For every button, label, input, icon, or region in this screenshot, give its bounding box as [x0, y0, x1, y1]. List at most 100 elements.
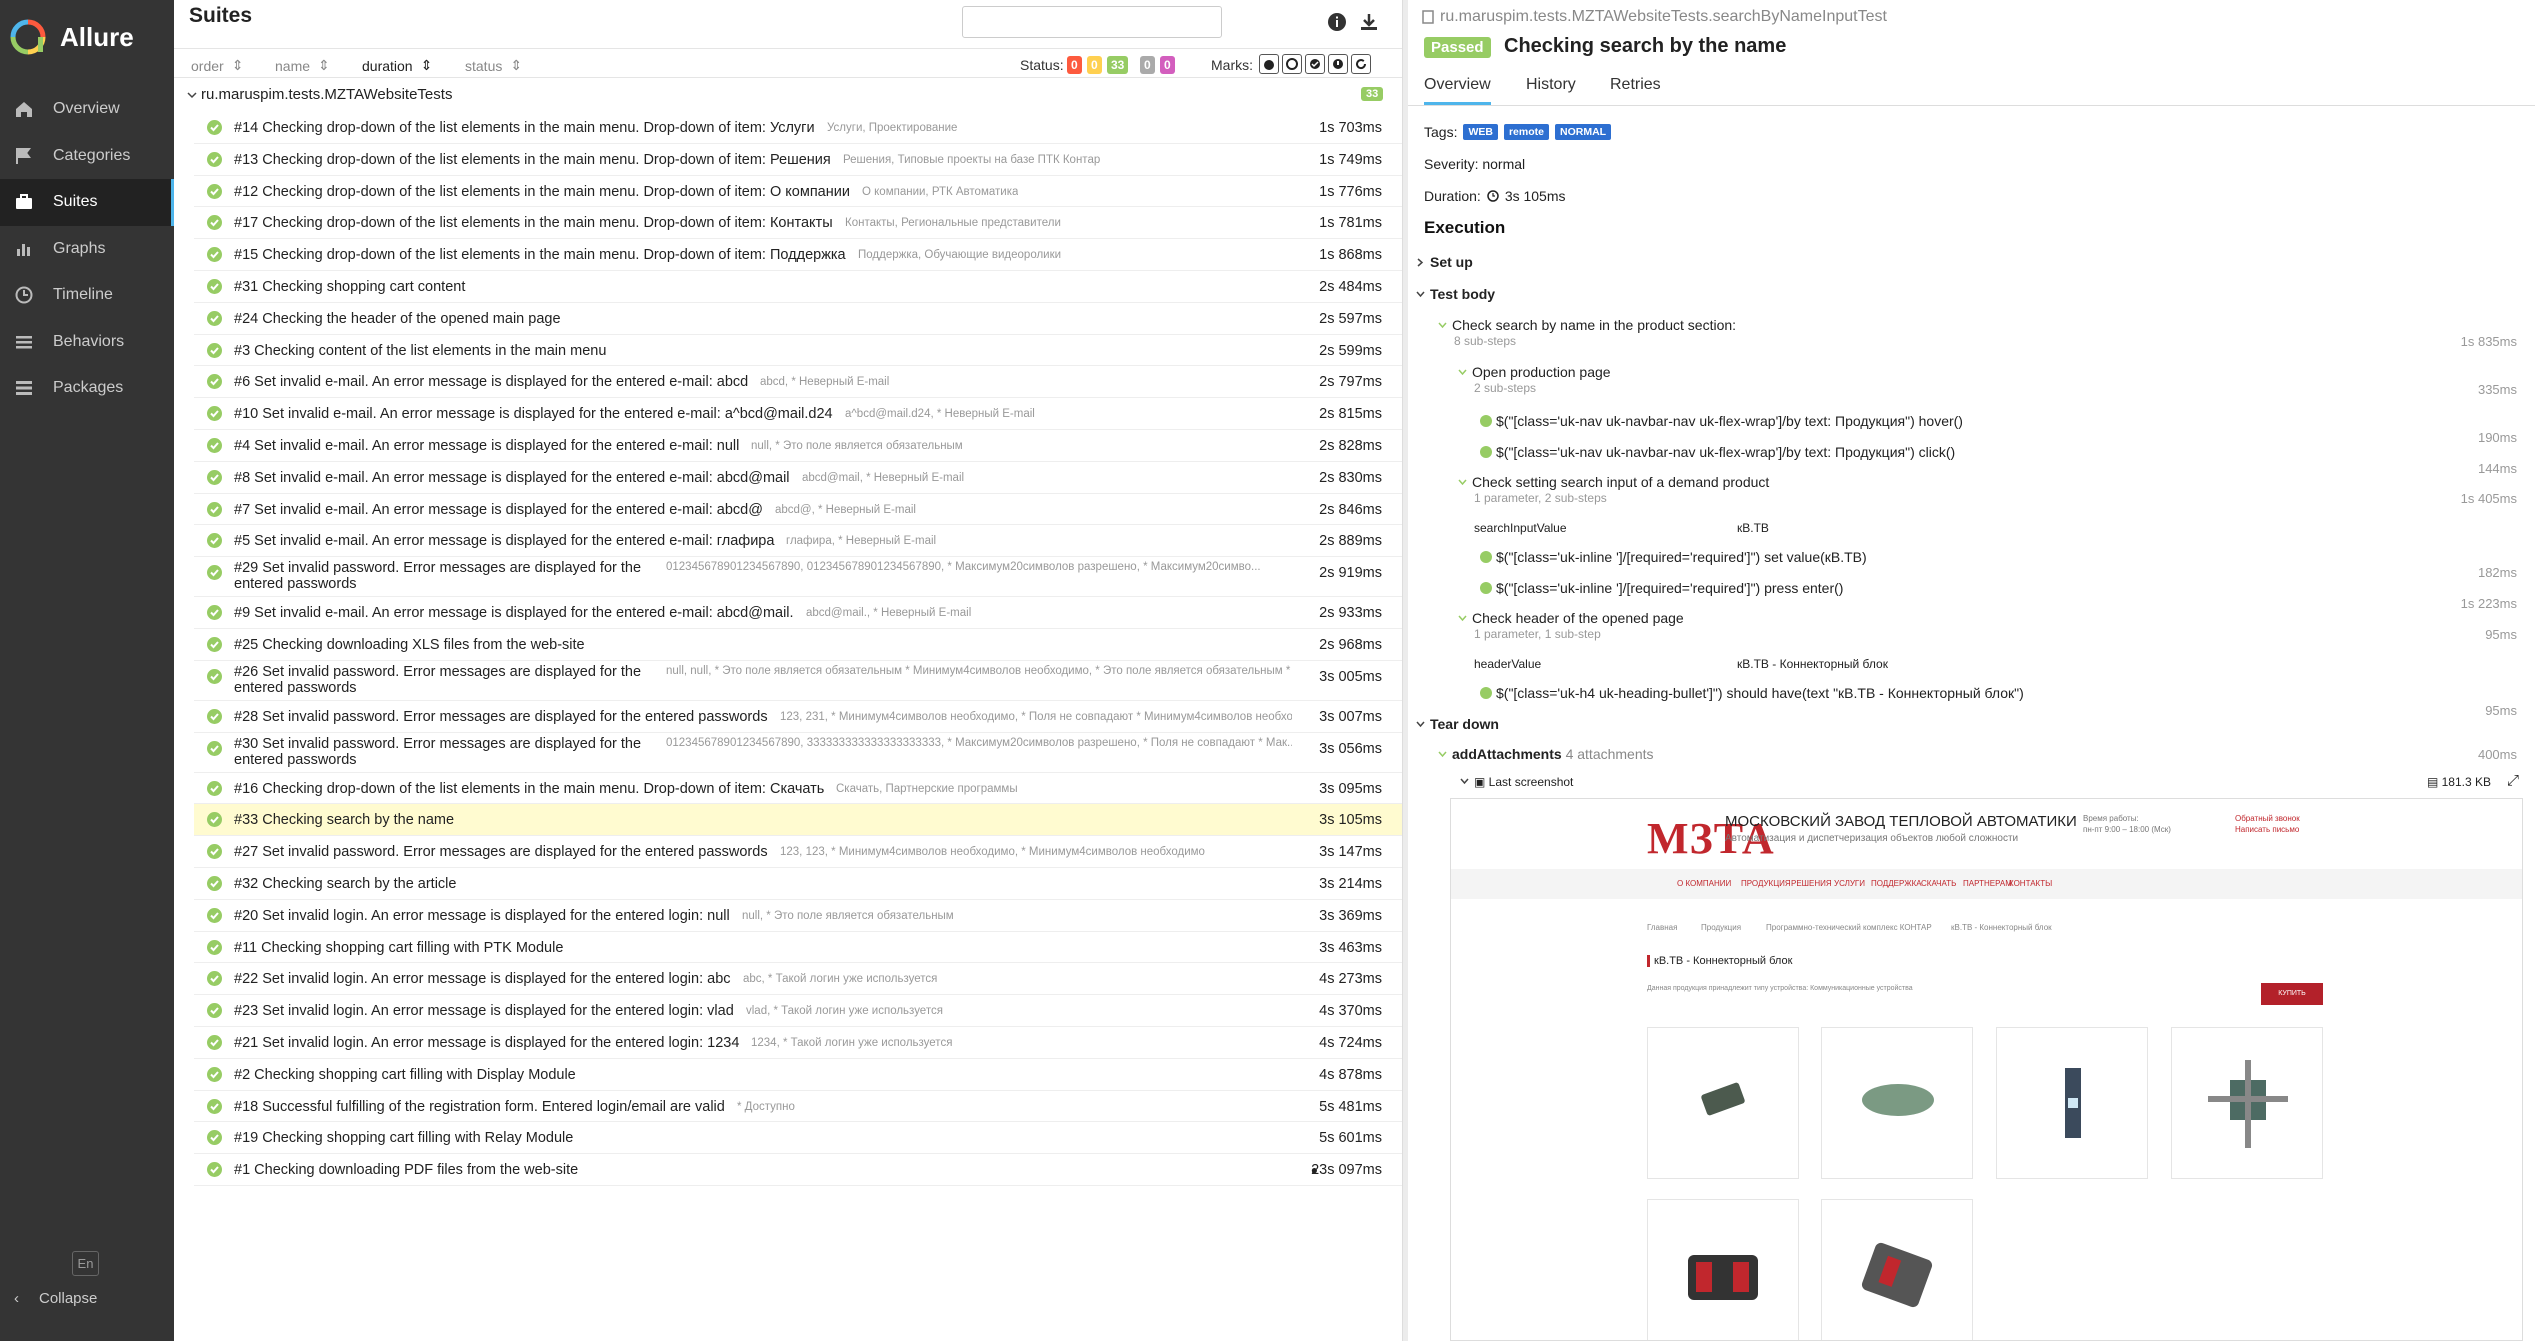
sidebar-item-packages[interactable]: Packages	[0, 365, 174, 412]
sidebar-item-behaviors[interactable]: Behaviors	[0, 319, 174, 366]
test-name: #6 Set invalid e-mail. An error message …	[234, 374, 748, 390]
test-title: Set invalid login. An error message is d…	[262, 1034, 740, 1051]
test-row[interactable]: #10 Set invalid e-mail. An error message…	[194, 398, 1402, 430]
test-number: #5	[234, 533, 251, 550]
step-open-production[interactable]: Open production page	[1458, 364, 1611, 380]
test-row[interactable]: #23 Set invalid login. An error message …	[194, 995, 1402, 1027]
step-check-search-input[interactable]: Check setting search input of a demand p…	[1458, 474, 1769, 490]
sidebar-item-categories[interactable]: Categories	[0, 133, 174, 180]
test-duration: 2s 919ms	[1319, 565, 1382, 582]
mark-new-failed-toggle[interactable]	[1282, 54, 1302, 74]
test-row[interactable]: #9 Set invalid e-mail. An error message …	[194, 597, 1402, 629]
test-row[interactable]: #3 Checking content of the list elements…	[194, 335, 1402, 367]
test-row[interactable]: #18 Successful fulfilling of the registr…	[194, 1091, 1402, 1123]
info-icon[interactable]	[1326, 11, 1348, 33]
sort-duration[interactable]: duration ⇕	[362, 57, 432, 74]
marks-filter-label: Marks:	[1211, 57, 1253, 73]
test-row[interactable]: #21 Set invalid login. An error message …	[194, 1027, 1402, 1059]
setup-step[interactable]: Set up	[1416, 254, 1473, 270]
step-hover[interactable]: $("[class='uk-nav uk-navbar-nav uk-flex-…	[1480, 413, 1963, 429]
test-row[interactable]: #27 Set invalid password. Error messages…	[194, 836, 1402, 868]
briefcase-icon	[16, 194, 32, 210]
sort-order[interactable]: order ⇕	[191, 57, 243, 74]
suite-group-row[interactable]: ru.maruspim.tests.MZTAWebsiteTests 33	[174, 82, 1402, 108]
test-row[interactable]: #5 Set invalid e-mail. An error message …	[194, 525, 1402, 558]
search-input[interactable]	[962, 6, 1222, 38]
test-row[interactable]: #20 Set invalid login. An error message …	[194, 900, 1402, 932]
test-number: #23	[234, 1003, 259, 1020]
tab-history[interactable]: History	[1526, 76, 1576, 94]
param-value: кВ.ТВ - Коннекторный блок	[1737, 657, 1888, 671]
step-press-enter[interactable]: $("[class='uk-inline ']/[required='requi…	[1480, 580, 1843, 596]
test-body-step[interactable]: Test body	[1416, 286, 1495, 302]
test-row[interactable]: #14 Checking drop-down of the list eleme…	[194, 112, 1402, 144]
step-check-header[interactable]: Check header of the opened page	[1458, 610, 1684, 626]
app-name: Allure	[60, 21, 134, 52]
sort-status[interactable]: status ⇕	[465, 57, 522, 74]
test-row[interactable]: #13 Checking drop-down of the list eleme…	[194, 144, 1402, 176]
step-check-search[interactable]: Check search by name in the product sect…	[1438, 317, 1736, 333]
test-row[interactable]: #17 Checking drop-down of the list eleme…	[194, 207, 1402, 240]
test-params: null, null, * Это поле является обязател…	[666, 664, 1292, 677]
test-row[interactable]: #15 Checking drop-down of the list eleme…	[194, 239, 1402, 271]
test-row[interactable]: #30 Set invalid password. Error messages…	[194, 733, 1402, 773]
test-duration: 23s 097ms	[1311, 1162, 1382, 1179]
test-row[interactable]: #31 Checking shopping cart content 2s 484…	[194, 271, 1402, 303]
attachment-last-screenshot[interactable]: ▣ Last screenshot	[1460, 775, 1573, 789]
screenshot-preview[interactable]: МЗТА МОСКОВСКИЙ ЗАВОД ТЕПЛОВОЙ АВТОМАТИК…	[1450, 798, 2523, 1341]
test-row[interactable]: #12 Checking drop-down of the list eleme…	[194, 176, 1402, 208]
step-click[interactable]: $("[class='uk-nav uk-navbar-nav uk-flex-…	[1480, 444, 1955, 460]
test-name: #8 Set invalid e-mail. An error message …	[234, 470, 790, 486]
sidebar-item-suites[interactable]: Suites	[0, 179, 174, 226]
test-row[interactable]: #28 Set invalid password. Error messages…	[194, 701, 1402, 733]
status-filter-badge[interactable]: 0	[1067, 56, 1082, 74]
test-row[interactable]: #6 Set invalid e-mail. An error message …	[194, 366, 1402, 399]
tab-retries[interactable]: Retries	[1610, 76, 1661, 94]
passed-icon	[207, 780, 222, 796]
language-switcher[interactable]: En	[72, 1251, 99, 1276]
step-duration: 1s 405ms	[2460, 491, 2517, 506]
test-row[interactable]: #25 Checking downloading XLS files from …	[194, 629, 1402, 661]
test-row[interactable]: #7 Set invalid e-mail. An error message …	[194, 494, 1402, 526]
test-row[interactable]: #33 Checking search by the name 3s 105ms	[194, 804, 1402, 837]
allure-logo[interactable]: Allure	[10, 17, 134, 57]
passed-icon	[207, 708, 222, 724]
test-row[interactable]: #24 Checking the header of the opened ma…	[194, 303, 1402, 335]
test-row[interactable]: #22 Set invalid login. An error message …	[194, 963, 1402, 996]
sort-name[interactable]: name ⇕	[275, 57, 330, 74]
sidebar-item-timeline[interactable]: Timeline	[0, 272, 174, 319]
test-row[interactable]: #29 Set invalid password. Error messages…	[194, 557, 1402, 598]
mark-flaky-toggle[interactable]	[1259, 54, 1279, 74]
test-title: Checking drop-down of the list elements …	[262, 183, 850, 200]
mark-retries-toggle[interactable]	[1351, 54, 1371, 74]
sidebar-item-overview[interactable]: Overview	[0, 86, 174, 133]
test-row[interactable]: #16 Checking drop-down of the list eleme…	[194, 773, 1402, 805]
status-filter-badge[interactable]: 33	[1107, 56, 1129, 74]
teardown-step[interactable]: Tear down	[1416, 716, 1499, 732]
sidebar-item-graphs[interactable]: Graphs	[0, 226, 174, 273]
collapse-button[interactable]: ‹ Collapse	[14, 1290, 97, 1307]
mark-new-passed-toggle[interactable]	[1305, 54, 1325, 74]
test-row[interactable]: #26 Set invalid password. Error messages…	[194, 661, 1402, 701]
status-filter-badge[interactable]: 0	[1140, 56, 1155, 74]
mark-new-broken-toggle[interactable]	[1328, 54, 1348, 74]
download-icon[interactable]	[1358, 11, 1380, 33]
test-row[interactable]: #32 Checking search by the article 3s 214…	[194, 868, 1402, 900]
test-row[interactable]: #4 Set invalid e-mail. An error message …	[194, 430, 1402, 462]
expand-icon[interactable]: ⤢	[2507, 772, 2519, 789]
site-breadcrumb: Главная	[1647, 923, 1678, 932]
test-duration: 4s 370ms	[1319, 1003, 1382, 1020]
status-filter-badge[interactable]: 0	[1160, 56, 1175, 74]
test-row[interactable]: #1 Checking downloading PDF files from t…	[194, 1154, 1402, 1186]
test-name: #32 Checking search by the article	[234, 876, 456, 892]
step-should-have-text[interactable]: $("[class='uk-h4 uk-heading-bullet']") s…	[1480, 685, 2024, 701]
test-row[interactable]: #19 Checking shopping cart filling with …	[194, 1122, 1402, 1155]
tab-overview[interactable]: Overview	[1424, 76, 1491, 105]
test-row[interactable]: #8 Set invalid e-mail. An error message …	[194, 462, 1402, 494]
step-set-value[interactable]: $("[class='uk-inline ']/[required='requi…	[1480, 549, 1867, 565]
step-add-attachments[interactable]: addAttachments 4 attachments	[1438, 746, 1654, 762]
passed-icon	[207, 501, 222, 517]
test-row[interactable]: #2 Checking shopping cart filling with D…	[194, 1059, 1402, 1091]
test-row[interactable]: #11 Checking shopping cart filling with …	[194, 932, 1402, 964]
status-filter-badge[interactable]: 0	[1087, 56, 1102, 74]
